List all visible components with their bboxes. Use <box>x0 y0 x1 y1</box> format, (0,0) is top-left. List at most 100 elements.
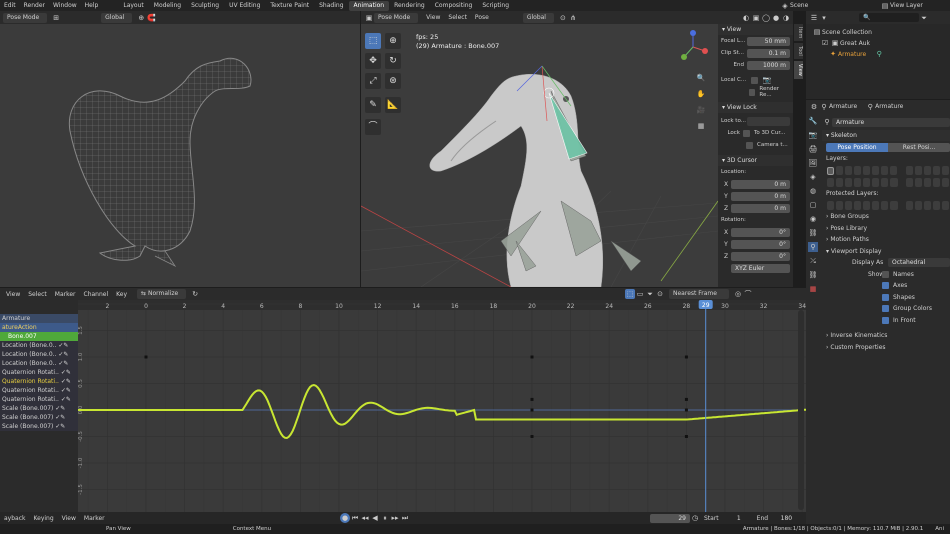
lock-to-object-field[interactable] <box>747 116 790 126</box>
editor-type-icon[interactable]: ▣ <box>364 13 374 23</box>
graph-menu-select[interactable]: Select <box>24 291 51 298</box>
play-reverse-icon[interactable]: ◀ <box>370 513 380 523</box>
normalize-toggle[interactable]: ⇆ Normalize <box>137 289 187 299</box>
snap-icon[interactable]: 🧲 <box>146 13 156 23</box>
camera-picker-icon[interactable]: 📷 <box>762 75 772 85</box>
rest-position-button[interactable]: Rest Posi... <box>888 142 950 152</box>
layers-grid[interactable] <box>822 165 950 177</box>
start-frame-field[interactable]: 1 <box>723 514 745 523</box>
channel-row[interactable]: Quaternion Rotati.. ✓✎ <box>0 377 78 386</box>
channel-row[interactable]: Scale (Bone.007) ✓✎ <box>0 413 78 422</box>
cursor-rot-z[interactable]: 0° <box>731 251 790 261</box>
outliner-search[interactable]: 🔍 <box>859 13 919 22</box>
menu-window[interactable]: Window <box>49 2 81 9</box>
prev-key-icon[interactable]: ◂◂ <box>360 513 370 523</box>
3d-cursor-header[interactable]: ▾ 3D Cursor <box>718 155 793 166</box>
constraints-tab-icon[interactable]: ⛓ <box>808 228 818 238</box>
outliner-item-scene-collection[interactable]: ▤ Scene Collection <box>812 27 944 38</box>
proportional-icon[interactable]: ◎ <box>733 289 743 299</box>
tab-texture-paint[interactable]: Texture Paint <box>265 1 314 11</box>
to-3d-cursor-checkbox[interactable] <box>743 129 750 137</box>
channel-row[interactable]: Scale (Bone.007) ✓✎ <box>0 422 78 431</box>
left-orientation-dropdown[interactable]: Global <box>101 12 133 23</box>
channel-toggle-icons[interactable]: ✓✎ <box>59 369 71 376</box>
channel-row[interactable]: Armature <box>0 314 78 323</box>
timeline-menu-view[interactable]: View <box>58 515 80 522</box>
display-mode-icon[interactable]: ▾ <box>819 13 829 23</box>
channel-row[interactable]: Quaternion Rotati.. ✓✎ <box>0 368 78 377</box>
scene-tab-icon[interactable]: ◈ <box>808 172 818 182</box>
protected-layers-grid[interactable] <box>822 199 950 211</box>
tab-scripting[interactable]: Scripting <box>477 1 514 11</box>
graph-menu-view[interactable]: View <box>2 291 24 298</box>
properties-editor-icon[interactable]: ⚙ <box>809 102 819 112</box>
channel-toggle-icons[interactable]: ✓✎ <box>56 351 68 358</box>
menu-pose[interactable]: Pose <box>471 14 493 21</box>
tab-rendering[interactable]: Rendering <box>389 1 430 11</box>
group-colors-checkbox[interactable] <box>882 305 889 313</box>
cursor-rot-x[interactable]: 0° <box>731 227 790 237</box>
section-bone-groups[interactable]: › Bone Groups <box>822 211 950 223</box>
jump-end-icon[interactable]: ⏭ <box>400 513 410 523</box>
shapes-checkbox[interactable] <box>882 293 889 301</box>
outliner-item-armature[interactable]: ✦ Armature ⚲ <box>812 49 944 60</box>
channel-toggle-icons[interactable]: ✓✎ <box>53 405 65 412</box>
pause-icon[interactable]: ⏸ <box>380 513 390 523</box>
left-view-icon[interactable]: ⊞ <box>51 13 61 23</box>
clip-start-field[interactable]: 0.1 m <box>747 48 790 58</box>
main-orientation-dropdown[interactable]: Global <box>522 12 554 23</box>
ghost-icon[interactable]: ▭ <box>635 289 645 299</box>
timeline-menu-playback[interactable]: ayback <box>0 515 30 522</box>
checkbox-icon[interactable]: ☑ <box>820 38 830 48</box>
menu-render[interactable]: Render <box>20 2 49 9</box>
scale-tool-icon[interactable]: ⤢ <box>365 73 381 89</box>
clock-icon[interactable]: ◷ <box>690 513 700 523</box>
channel-row[interactable]: Bone.007 <box>0 332 78 341</box>
snapping-icon[interactable]: ⋔ <box>568 13 578 23</box>
left-mode-dropdown[interactable]: Pose Mode <box>3 12 48 23</box>
tool-tab-icon[interactable]: 🔧 <box>808 116 818 126</box>
names-checkbox[interactable] <box>882 270 889 278</box>
timeline-menu-marker[interactable]: Marker <box>80 515 109 522</box>
channel-row[interactable]: atureAction <box>0 323 78 332</box>
channel-row[interactable]: Location (Bone.0.. ✓✎ <box>0 359 78 368</box>
refresh-icon[interactable]: ↻ <box>190 289 200 299</box>
display-as-dropdown[interactable]: Octahedral <box>888 258 950 268</box>
cursor-loc-z[interactable]: 0 m <box>731 203 790 213</box>
tab-compositing[interactable]: Compositing <box>430 1 478 11</box>
section-inverse-kinematics[interactable]: › Inverse Kinematics <box>822 330 950 342</box>
material-shading-icon[interactable]: ◑ <box>781 13 791 23</box>
render-tab-icon[interactable]: 📷 <box>808 130 818 140</box>
tab-shading[interactable]: Shading <box>314 1 348 11</box>
record-icon[interactable]: ● <box>340 513 350 523</box>
only-selected-icon[interactable]: ⬚ <box>625 289 635 299</box>
menu-view[interactable]: View <box>422 14 444 21</box>
next-key-icon[interactable]: ▸▸ <box>390 513 400 523</box>
view-lock-header[interactable]: ▾ View Lock <box>718 102 793 113</box>
bone-constraint-tab-icon[interactable]: ⛓ <box>808 270 818 280</box>
cursor-loc-x[interactable]: 0 m <box>731 179 790 189</box>
navigation-gizmo[interactable] <box>678 29 708 65</box>
channel-row[interactable]: Scale (Bone.007) ✓✎ <box>0 404 78 413</box>
left-viewport[interactable]: Pose Mode ⊞ Global ⊕ 🧲 <box>0 11 360 287</box>
tab-item[interactable]: Item <box>794 24 803 42</box>
pivot-point-icon[interactable]: ⊙ <box>558 13 568 23</box>
scene-selector[interactable]: ◈ Scene <box>780 0 808 11</box>
axes-checkbox[interactable] <box>882 282 889 290</box>
armature-name-field[interactable]: Armature <box>832 117 950 127</box>
pivot-graph-icon[interactable]: ⊙ <box>655 289 665 299</box>
armature-tab-icon[interactable]: ⚲ <box>808 242 818 252</box>
graph-menu-key[interactable]: Key <box>112 291 131 298</box>
view-layer-tab-icon[interactable]: 🖼 <box>808 158 818 168</box>
local-camera-checkbox[interactable] <box>751 76 758 84</box>
render-region-checkbox[interactable] <box>749 88 756 96</box>
tab-layout[interactable]: Layout <box>118 1 148 11</box>
pose-position-button[interactable]: Pose Position <box>826 142 888 152</box>
measure-tool-icon[interactable]: 📐 <box>385 97 401 113</box>
tab-tool[interactable]: Tool <box>794 43 803 60</box>
snap-mode-dropdown[interactable]: Nearest Frame <box>669 289 729 299</box>
clip-end-field[interactable]: 1000 m <box>747 60 790 70</box>
timeline-menu-keying[interactable]: Keying <box>30 515 58 522</box>
camera-to-view-checkbox[interactable] <box>746 141 753 149</box>
move-tool-icon[interactable]: ✥ <box>365 53 381 69</box>
